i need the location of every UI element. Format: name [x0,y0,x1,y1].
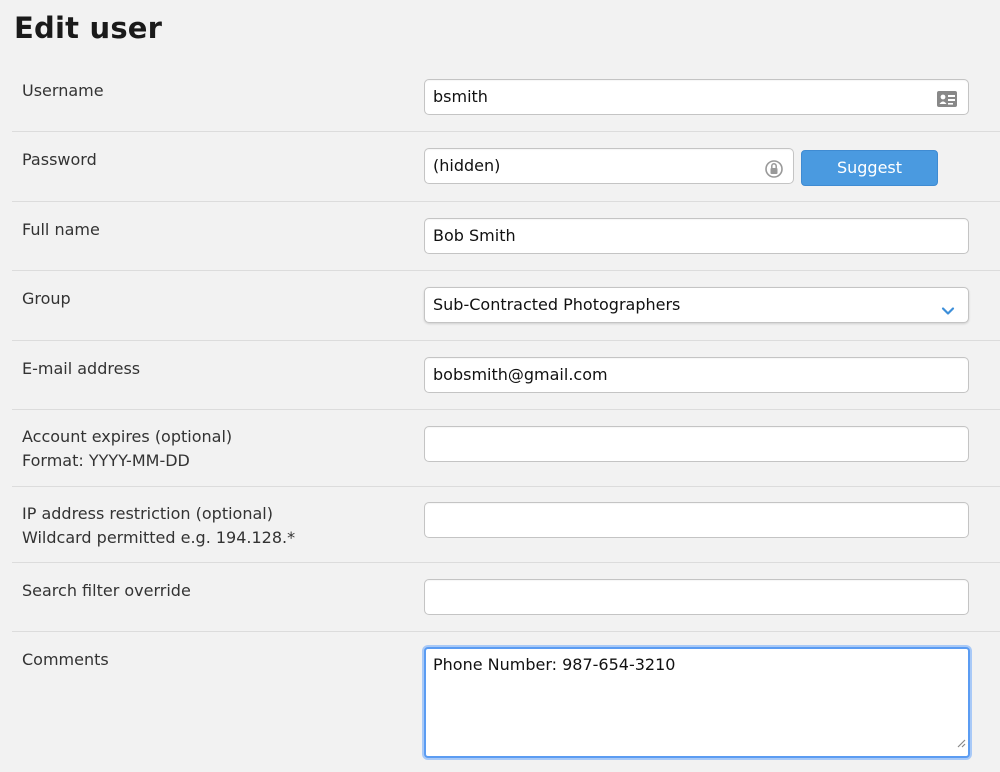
suggest-button[interactable]: Suggest [801,150,938,186]
fullname-input[interactable]: Bob Smith [424,218,969,254]
email-value: bobsmith@gmail.com [433,365,608,384]
email-input[interactable]: bobsmith@gmail.com [424,357,969,393]
group-label: Group [22,289,71,308]
chevron-down-icon [940,297,956,331]
password-label: Password [22,150,97,169]
username-label: Username [22,81,104,100]
ip-label-text: IP address restriction (optional) [22,504,273,523]
ip-label: IP address restriction (optional) Wildca… [22,502,295,550]
username-value: bsmith [433,87,488,106]
search-filter-label: Search filter override [22,581,191,600]
password-value: (hidden) [433,156,501,175]
contact-card-icon [936,87,958,121]
group-selected-value: Sub-Contracted Photographers [433,295,681,314]
ip-hint: Wildcard permitted e.g. 194.128.* [22,528,296,547]
password-lock-icon [765,157,783,191]
password-input[interactable]: (hidden) [424,148,794,184]
ip-input[interactable] [424,502,969,538]
search-filter-input[interactable] [424,579,969,615]
expires-input[interactable] [424,426,969,462]
expires-label-text: Account expires (optional) [22,427,233,446]
fullname-label: Full name [22,220,100,239]
page-title: Edit user [14,11,163,45]
comments-textarea[interactable]: Phone Number: 987-654-3210 [424,647,970,758]
expires-label: Account expires (optional) Format: YYYY-… [22,425,232,473]
username-input[interactable]: bsmith [424,79,969,115]
comments-value: Phone Number: 987-654-3210 [433,655,676,674]
resize-handle-icon[interactable] [956,732,966,754]
fullname-value: Bob Smith [433,226,516,245]
group-select[interactable]: Sub-Contracted Photographers [424,287,969,323]
expires-hint: Format: YYYY-MM-DD [22,451,190,470]
email-label: E-mail address [22,359,141,378]
comments-label: Comments [22,650,109,669]
